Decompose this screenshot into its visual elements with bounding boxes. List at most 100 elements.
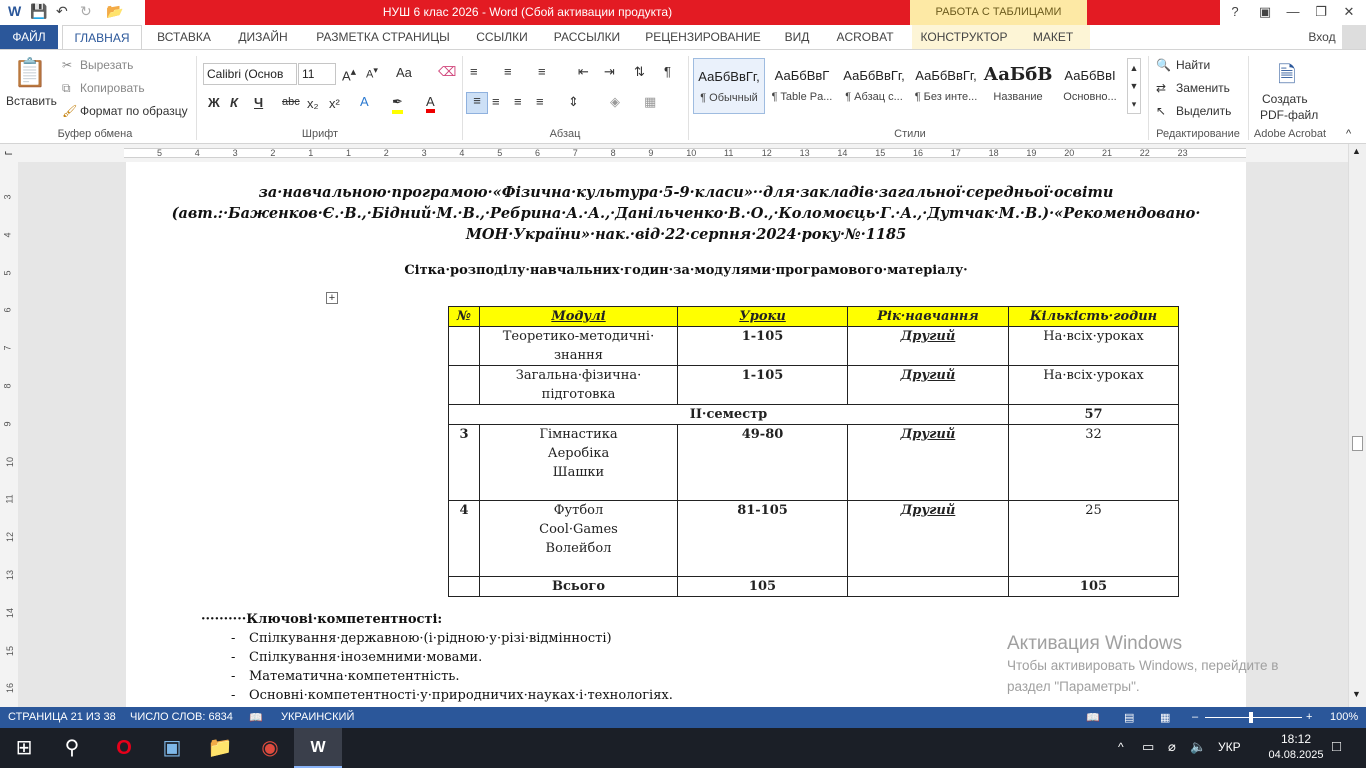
zoom-in-button[interactable]: + (1306, 711, 1312, 723)
tab-home[interactable]: ГЛАВНАЯ (62, 25, 142, 49)
redo-icon[interactable]: ↻ (80, 3, 92, 21)
minimize-button[interactable]: — (1282, 2, 1304, 22)
line-spacing-icon[interactable]: ⇕ (568, 94, 579, 110)
zoom-slider-track[interactable] (1205, 717, 1302, 718)
table-move-handle[interactable]: + (326, 292, 338, 304)
tab-review[interactable]: РЕЦЕНЗИРОВАНИЕ (638, 25, 768, 49)
scroll-down-icon[interactable]: ▼ (1352, 689, 1361, 699)
tab-table-design[interactable]: КОНСТРУКТОР (912, 25, 1016, 49)
numbering-icon[interactable]: ≡ (504, 64, 512, 79)
tab-design[interactable]: ДИЗАЙН (228, 25, 298, 49)
shrink-font-icon[interactable]: A▾ (366, 65, 378, 81)
document-page[interactable]: за·навчальною·програмою·«Фізична·культур… (126, 162, 1246, 707)
chrome-icon[interactable]: ◉ (246, 728, 294, 768)
scroll-up-icon[interactable]: ▲ (1352, 146, 1361, 156)
align-right-icon[interactable]: ≡ (514, 94, 522, 109)
style-body-text[interactable]: АаБбВвI Основно... (1054, 58, 1126, 114)
copy-icon[interactable]: ⧉ (62, 81, 71, 96)
style-no-spacing[interactable]: АаБбВвГг, ¶ Без инте... (910, 58, 982, 114)
format-painter-icon[interactable]: 🖌 (62, 104, 77, 118)
select-button[interactable]: Выделить (1176, 104, 1231, 118)
web-layout-icon[interactable]: ▦ (1160, 711, 1170, 724)
highlight-icon[interactable]: ✒ (392, 94, 403, 114)
help-button[interactable]: ? (1224, 2, 1246, 22)
tab-table-layout[interactable]: МАКЕТ (1016, 25, 1090, 49)
proofing-icon[interactable]: 📖 (249, 711, 263, 724)
style-normal[interactable]: АаБбВвГг, ¶ Обычный (693, 58, 765, 114)
change-case-button[interactable]: Aa (396, 65, 412, 80)
copy-button[interactable]: Копировать (80, 81, 145, 95)
zoom-slider-thumb[interactable] (1249, 712, 1253, 723)
replace-icon[interactable]: ⇄ (1156, 81, 1166, 95)
zoom-out-button[interactable]: – (1192, 711, 1198, 723)
sort-icon[interactable]: ⇅ (634, 64, 645, 80)
font-color-icon[interactable]: A (426, 94, 435, 113)
restore-button[interactable]: ❐ (1310, 2, 1332, 22)
notifications-icon[interactable]: □ (1332, 738, 1341, 755)
tab-references[interactable]: ССЫЛКИ (468, 25, 536, 49)
subscript-button[interactable]: x₂ (307, 96, 319, 111)
find-icon[interactable]: 🔍 (1156, 58, 1171, 72)
paste-button[interactable]: Вставить (6, 94, 57, 108)
word-count[interactable]: ЧИСЛО СЛОВ: 6834 (130, 711, 233, 723)
tab-file[interactable]: ФАЙЛ (0, 25, 58, 49)
print-layout-icon[interactable]: ▤ (1124, 711, 1134, 724)
grow-font-icon[interactable]: A▴ (342, 65, 356, 83)
control-panel-icon[interactable]: ▣ (148, 728, 196, 768)
vertical-scrollbar[interactable]: ▲ ▼ (1348, 144, 1366, 707)
italic-button[interactable]: К (230, 95, 238, 110)
clock-time[interactable]: 18:12 (1270, 732, 1322, 746)
tab-view[interactable]: ВИД (776, 25, 818, 49)
search-icon[interactable]: ⚲ (48, 728, 96, 768)
align-left-icon[interactable]: ≡ (466, 92, 488, 114)
font-name-combo[interactable]: Calibri (Основ (203, 63, 297, 85)
style-list-paragraph[interactable]: АаБбВвГг, ¶ Абзац с... (838, 58, 910, 114)
style-table-paragraph[interactable]: АаБбВвГ ¶ Table Pa... (766, 58, 838, 114)
tab-selector-icon[interactable]: ⌙ (4, 146, 13, 159)
save-icon[interactable]: 💾 (30, 3, 47, 21)
tab-insert[interactable]: ВСТАВКА (148, 25, 220, 49)
replace-button[interactable]: Заменить (1176, 81, 1230, 95)
create-pdf-label-2[interactable]: PDF-файл (1260, 108, 1318, 122)
input-language[interactable]: УКР (1218, 740, 1241, 754)
zoom-level[interactable]: 100% (1330, 711, 1358, 723)
bullets-icon[interactable]: ≡ (470, 64, 478, 79)
style-title[interactable]: АаБбВ Название (982, 58, 1054, 114)
clear-format-icon[interactable]: ⌫ (438, 64, 456, 80)
collapse-ribbon-icon[interactable]: ^ (1346, 128, 1351, 140)
paste-icon[interactable]: 📋 (10, 56, 50, 96)
tab-mailings[interactable]: РАССЫЛКИ (544, 25, 630, 49)
justify-icon[interactable]: ≡ (536, 94, 544, 109)
align-center-icon[interactable]: ≡ (492, 94, 500, 109)
network-icon[interactable]: ⌀ (1168, 739, 1176, 755)
tab-page-layout[interactable]: РАЗМЕТКА СТРАНИЦЫ (306, 25, 460, 49)
cut-button[interactable]: Вырезать (80, 58, 133, 72)
create-pdf-icon[interactable]: 🗎 (1278, 58, 1296, 96)
avatar[interactable] (1342, 25, 1366, 49)
styles-scroll-icon[interactable]: ▲ ▼ ▾ (1127, 58, 1141, 114)
multilevel-list-icon[interactable]: ≡ (538, 64, 546, 79)
increase-indent-icon[interactable]: ⇥ (604, 64, 615, 80)
show-marks-icon[interactable]: ¶ (664, 64, 671, 79)
strikethrough-button[interactable]: abc (282, 96, 300, 108)
undo-icon[interactable]: ↶ (56, 3, 68, 21)
modules-table[interactable]: № Модулі Уроки Рік·навчання Кількість·го… (448, 306, 1179, 597)
windows-start-icon[interactable]: ⊞ (0, 728, 48, 768)
shading-icon[interactable]: ◈ (610, 94, 620, 110)
font-size-combo[interactable]: 11 (298, 63, 336, 85)
word-app-icon[interactable]: W (8, 3, 21, 21)
cut-icon[interactable]: ✂ (62, 58, 72, 72)
borders-icon[interactable]: ▦ (644, 94, 656, 110)
scroll-thumb[interactable] (1352, 436, 1363, 451)
horizontal-ruler[interactable]: ⌙ 5 4 3 2 1 1 2 3 4 5 6 7 8 9 10 11 12 13 14 15 16 17 18 19 20 21… (0, 144, 1366, 162)
sign-in-link[interactable]: Вход (1302, 25, 1342, 49)
text-effects-icon[interactable]: A (360, 94, 369, 109)
find-button[interactable]: Найти (1176, 58, 1210, 72)
file-explorer-icon[interactable]: 📁 (196, 728, 244, 768)
ribbon-display-icon[interactable]: ▣ (1254, 2, 1276, 22)
close-button[interactable]: ✕ (1338, 2, 1360, 22)
read-mode-icon[interactable]: 📖 (1086, 711, 1100, 724)
bold-button[interactable]: Ж (208, 95, 220, 110)
create-pdf-label-1[interactable]: Создать (1262, 92, 1308, 106)
decrease-indent-icon[interactable]: ⇤ (578, 64, 589, 80)
